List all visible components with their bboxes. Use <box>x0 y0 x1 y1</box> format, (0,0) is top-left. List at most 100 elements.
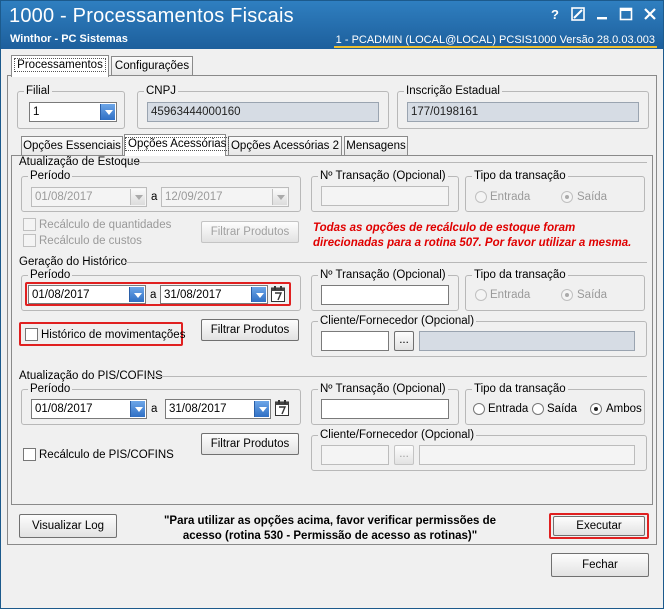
estoque-filtrar-button: Filtrar Produtos <box>201 221 299 243</box>
historico-cliente-name <box>419 331 635 351</box>
ie-label: Inscrição Estadual <box>404 84 502 98</box>
pis-radio-saida[interactable] <box>532 403 544 415</box>
pis-filtrar-button[interactable]: Filtrar Produtos <box>201 433 299 455</box>
tab-opcoes-acessorias-2-label: Opções Acessórias 2 <box>230 140 340 152</box>
historico-movimentacoes-checkbox[interactable] <box>25 328 38 341</box>
edit-button[interactable] <box>571 7 587 23</box>
estoque-tipo-label: Tipo da transação <box>472 169 568 183</box>
historico-date-sep: a <box>150 289 157 301</box>
tab-mensagens[interactable]: Mensagens <box>344 136 408 156</box>
company-name: Winthor - PC Sistemas <box>10 33 128 45</box>
recalc-qtd-checkbox <box>23 218 36 231</box>
historico-radio-saida <box>561 289 573 301</box>
pis-transacao-label: Nº Transação (Opcional) <box>318 382 448 396</box>
tab-opcoes-acessorias-label: Opções Acessórias <box>125 137 230 151</box>
pis-date-to-value: 31/08/2017 <box>169 403 227 415</box>
estoque-transacao-input <box>321 186 449 206</box>
footer-message-line1: "Para utilizar as opções acima, favor ve… <box>163 515 497 527</box>
cnpj-label: CNPJ <box>144 84 179 98</box>
executar-button[interactable]: Executar <box>553 516 645 536</box>
recalc-qtd-label: Recálculo de quantidades <box>39 219 172 231</box>
historico-date-from-value: 01/08/2017 <box>32 289 90 301</box>
tab-configuracoes[interactable]: Configurações <box>111 56 193 76</box>
pis-radio-ambos-label: Ambos <box>606 403 642 415</box>
chevron-down-icon <box>254 401 269 417</box>
historico-section-title: Geração do Histórico <box>19 256 128 268</box>
estoque-date-to-value: 12/09/2017 <box>165 191 223 203</box>
historico-transacao-label: Nº Transação (Opcional) <box>318 268 448 282</box>
estoque-transacao-label: Nº Transação (Opcional) <box>318 169 448 183</box>
estoque-radio-saida <box>561 191 573 203</box>
estoque-date-to: 12/09/2017 <box>161 187 289 207</box>
estoque-date-from-value: 01/08/2017 <box>35 191 93 203</box>
estoque-radio-entrada-label: Entrada <box>490 191 531 203</box>
maximize-button[interactable] <box>619 7 635 23</box>
recalc-custos-checkbox <box>23 234 36 247</box>
help-button[interactable]: ? <box>547 7 563 23</box>
pis-transacao-input[interactable] <box>321 399 449 419</box>
pis-radio-entrada-label: Entrada <box>488 403 529 415</box>
pis-divider <box>147 376 647 377</box>
estoque-section-title: Atualização de Estoque <box>19 156 140 168</box>
fechar-button[interactable]: Fechar <box>551 553 649 577</box>
chevron-down-icon <box>100 104 115 120</box>
pis-date-to[interactable]: 31/08/2017 <box>165 399 271 419</box>
edit-icon <box>571 7 585 21</box>
status-info: 1 - PCADMIN (LOCAL@LOCAL) PCSIS1000 Vers… <box>333 34 657 48</box>
visualizar-log-button[interactable]: Visualizar Log <box>19 514 117 538</box>
close-icon <box>644 8 656 20</box>
chevron-down-icon <box>251 287 266 302</box>
historico-cliente-code[interactable] <box>321 331 389 351</box>
main-window: 1000 - Processamentos Fiscais Winthor - … <box>0 0 664 609</box>
historico-cliente-search-button[interactable]: ... <box>394 331 414 351</box>
estoque-date-sep: a <box>151 191 158 203</box>
recalc-pis-checkbox[interactable] <box>23 448 36 461</box>
help-icon: ? <box>551 7 559 22</box>
window-controls: ? <box>547 7 659 23</box>
tab-opcoes-essenciais-label: Opções Essenciais <box>23 140 121 152</box>
minimize-button[interactable] <box>595 7 611 23</box>
minimize-icon <box>597 17 607 20</box>
pis-radio-saida-label: Saída <box>547 403 578 415</box>
pis-date-from[interactable]: 01/08/2017 <box>31 399 147 419</box>
maximize-icon <box>619 7 633 21</box>
recalc-pis-label: Recálculo de PIS/COFINS <box>39 449 174 461</box>
footer-message-line2: acesso (rotina 530 - Permissão de acesso… <box>182 530 478 542</box>
calendar-icon[interactable] <box>271 286 285 302</box>
historico-radio-entrada <box>475 289 487 301</box>
historico-date-from[interactable]: 01/08/2017 <box>28 285 146 304</box>
tab-processamentos[interactable]: Processamentos <box>11 55 109 77</box>
pis-cliente-name <box>419 445 635 465</box>
historico-date-to-value: 31/08/2017 <box>164 289 222 301</box>
ie-field: 177/0198161 <box>407 102 639 122</box>
tab-opcoes-acessorias-2[interactable]: Opções Acessórias 2 <box>228 136 342 156</box>
tab-opcoes-acessorias[interactable]: Opções Acessórias <box>124 134 230 156</box>
close-button[interactable] <box>643 7 659 23</box>
pis-periodo-label: Período <box>28 382 73 396</box>
chevron-down-icon <box>130 401 145 417</box>
historico-cliente-label: Cliente/Fornecedor (Opcional) <box>318 314 477 328</box>
tab-opcoes-essenciais[interactable]: Opções Essenciais <box>21 136 123 156</box>
historico-tipo-label: Tipo da transação <box>472 268 568 282</box>
historico-date-to[interactable]: 31/08/2017 <box>160 285 268 304</box>
chevron-down-icon <box>129 287 144 302</box>
historico-filtrar-button[interactable]: Filtrar Produtos <box>201 319 299 341</box>
historico-radio-entrada-label: Entrada <box>490 289 531 301</box>
calendar-icon[interactable] <box>275 400 289 416</box>
estoque-periodo-label: Período <box>28 169 73 183</box>
pis-tipo-label: Tipo da transação <box>472 382 568 396</box>
tab-mensagens-label: Mensagens <box>346 140 406 152</box>
filial-label: Filial <box>24 84 52 98</box>
pis-cliente-search-button: ... <box>394 445 414 465</box>
tab-processamentos-label: Processamentos <box>14 58 106 72</box>
pis-radio-ambos[interactable] <box>590 403 602 415</box>
historico-divider <box>125 262 647 263</box>
historico-movimentacoes-label: Histórico de movimentações <box>41 329 186 341</box>
estoque-divider <box>129 162 647 163</box>
pis-section-title: Atualização do PIS/COFINS <box>19 370 163 382</box>
pis-radio-entrada[interactable] <box>473 403 485 415</box>
chevron-down-icon <box>272 189 287 205</box>
estoque-radio-saida-label: Saída <box>577 191 608 203</box>
filial-select[interactable]: 1 <box>29 102 117 122</box>
historico-transacao-input[interactable] <box>321 285 449 305</box>
